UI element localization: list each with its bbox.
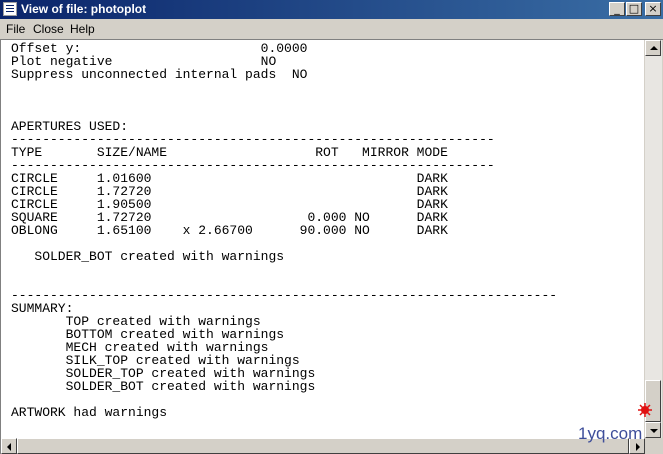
click-highlight-icon <box>638 403 652 417</box>
arrow-left-icon <box>7 443 11 451</box>
window-title: View of file: photoplot <box>21 2 147 16</box>
report-line: SOLDER_BOT created with warnings <box>11 379 316 394</box>
size-grip[interactable] <box>646 438 662 454</box>
scroll-down-button[interactable] <box>645 422 661 438</box>
report-line: OBLONG 1.65100 x 2.66700 90.000 NO DARK <box>11 223 448 238</box>
document-icon <box>3 2 17 16</box>
horizontal-scroll-thumb[interactable] <box>17 438 629 454</box>
horizontal-scrollbar[interactable] <box>1 438 645 454</box>
menu-bar: File Close Help <box>0 19 663 38</box>
menu-help[interactable]: Help <box>70 22 95 36</box>
scroll-left-button[interactable] <box>1 438 17 454</box>
report-line: ----------------------------------------… <box>11 288 558 303</box>
vertical-scrollbar[interactable] <box>645 40 662 438</box>
report-line: SOLDER_BOT created with warnings <box>11 249 285 264</box>
menu-close[interactable]: Close <box>33 22 64 36</box>
maximize-button[interactable]: □ <box>626 2 642 16</box>
report-text-area[interactable]: Offset y: 0.0000 Plot negative NO Suppress… <box>1 40 644 438</box>
arrow-right-icon <box>636 443 640 451</box>
report-line: Suppress unconnected internal pads NO <box>11 67 308 82</box>
watermark: 1yq.com <box>578 424 643 443</box>
arrow-down-icon <box>650 429 658 433</box>
report-line: ARTWORK had warnings <box>11 405 168 420</box>
close-button[interactable]: × <box>645 2 661 16</box>
arrow-up-icon <box>650 46 658 50</box>
title-bar[interactable]: View of file: photoplot _ □ × <box>0 0 663 19</box>
viewer-window: View of file: photoplot _ □ × File Close… <box>0 0 663 454</box>
minimize-button[interactable]: _ <box>609 2 625 16</box>
menu-file[interactable]: File <box>6 22 25 36</box>
scroll-up-button[interactable] <box>645 40 661 56</box>
